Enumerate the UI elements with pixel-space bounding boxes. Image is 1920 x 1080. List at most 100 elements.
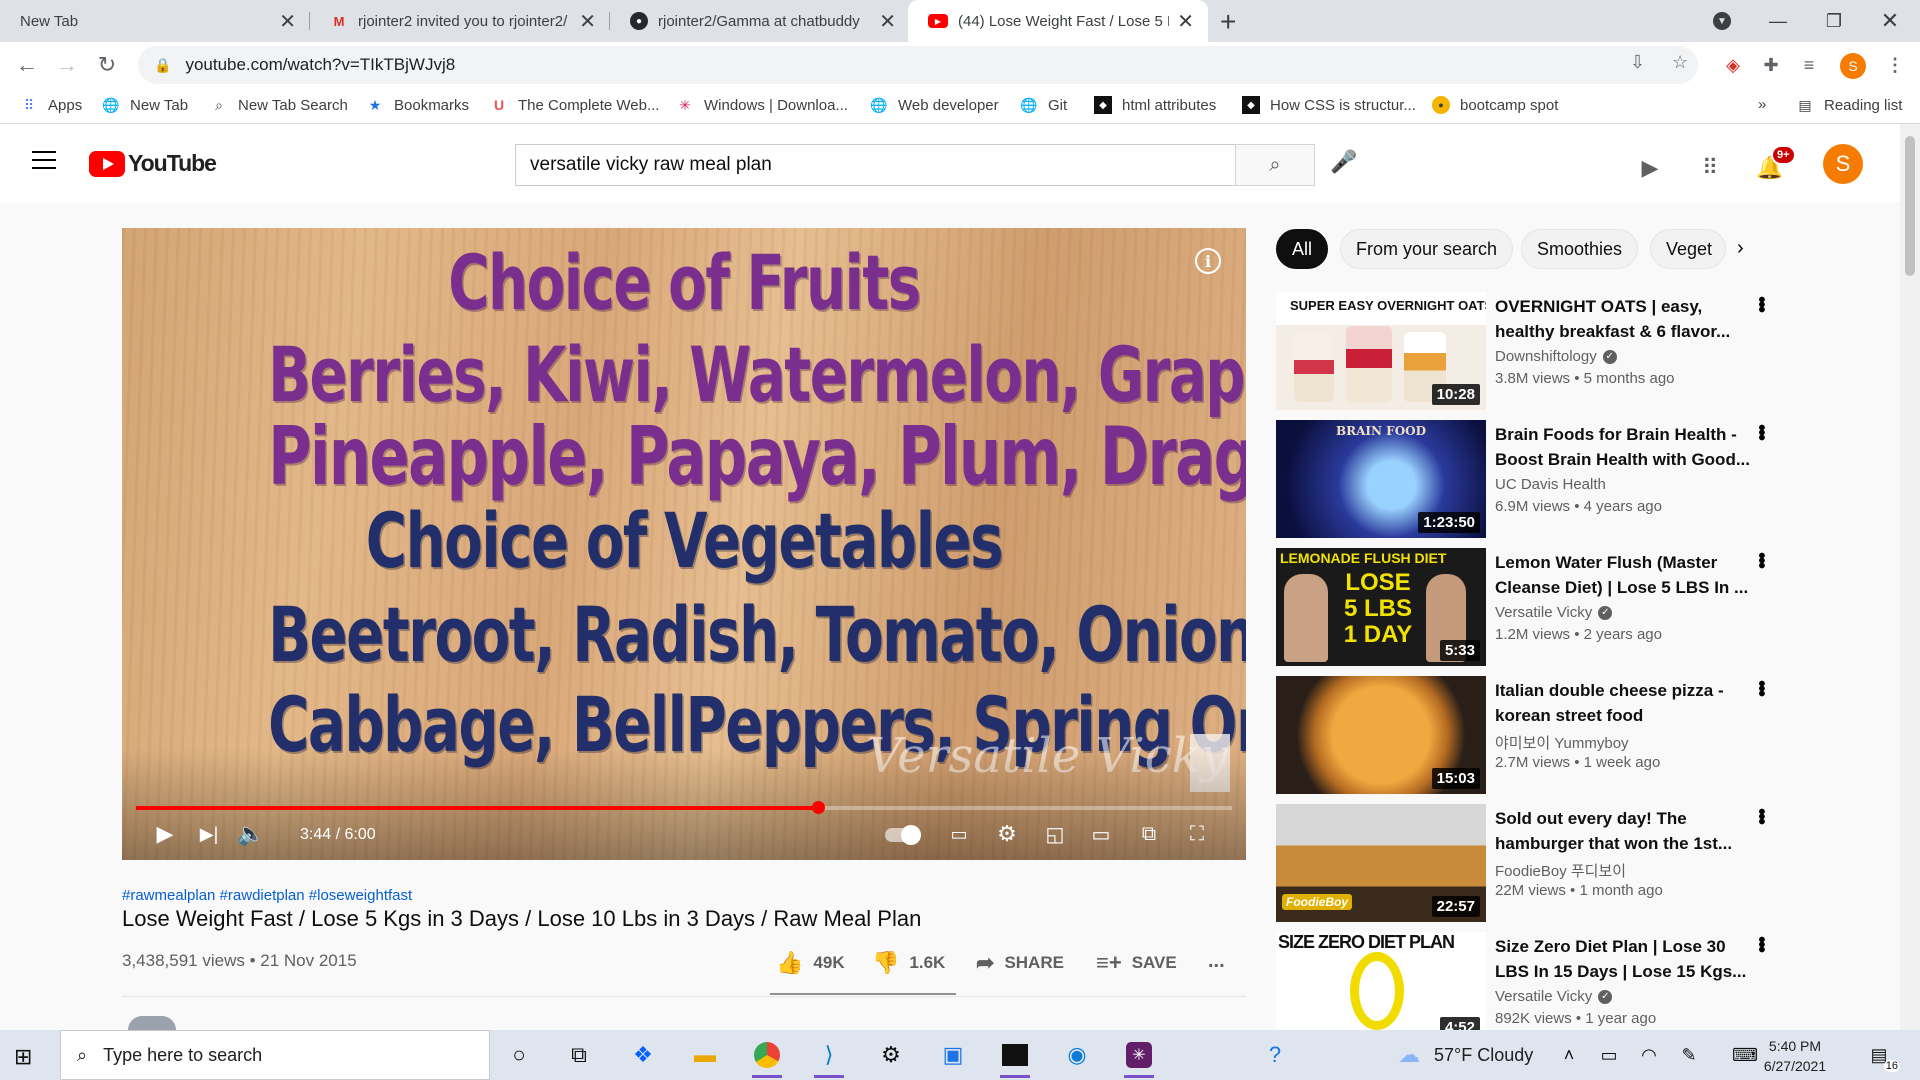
media-queue-icon[interactable]: ≡ [1796, 52, 1822, 78]
chip-vegetables[interactable]: Veget [1650, 229, 1726, 269]
miniplayer-icon[interactable]: ◱ [1038, 820, 1072, 848]
fullscreen-icon[interactable]: ⛶ [1180, 820, 1214, 848]
recommendation-channel[interactable]: FoodieBoy 푸디보이 [1495, 860, 1626, 881]
show-hidden-icons-chevron-icon[interactable]: ˄ [1552, 1038, 1586, 1072]
forward-arrow-icon[interactable]: → [52, 50, 82, 80]
subtitles-icon[interactable]: ▭ [942, 820, 976, 848]
video-thumbnail[interactable]: SUPER EASY OVERNIGHT OATS 10:28 [1276, 292, 1486, 410]
account-avatar[interactable]: S [1823, 144, 1863, 184]
profile-avatar[interactable]: S [1840, 53, 1866, 79]
youtube-logo[interactable]: YouTube [89, 150, 217, 177]
bookmark-item[interactable]: ⌕ New Tab Search [210, 96, 348, 114]
bookmark-item[interactable]: ✳ Windows | Downloa... [676, 96, 848, 114]
dropbox-icon[interactable]: ❖ [626, 1038, 660, 1072]
chip-from-your-search[interactable]: From your search [1340, 229, 1514, 269]
progress-scrubber-handle[interactable] [811, 801, 825, 814]
autoplay-toggle[interactable] [885, 825, 921, 845]
recommendation-channel[interactable]: Downshiftology ✓ [1495, 348, 1617, 365]
settings-gear-icon[interactable]: ⚙ [990, 820, 1024, 848]
theater-mode-icon[interactable]: ▭ [1084, 820, 1118, 848]
browser-tab[interactable]: ● rjointer2/Gamma at chatbuddy ✕ [610, 0, 910, 42]
share-button[interactable]: ➦ SHARE [976, 950, 1064, 976]
file-explorer-icon[interactable]: ▬ [688, 1038, 722, 1072]
bookmark-item[interactable]: ◆ html attributes [1094, 96, 1216, 114]
search-input[interactable] [515, 144, 1235, 186]
windows-start-icon[interactable]: ⊞ [14, 1044, 32, 1070]
bookmark-star-icon[interactable]: ☆ [1672, 52, 1688, 73]
taskbar-clock[interactable]: 5:40 PM 6/27/2021 [1750, 1036, 1840, 1076]
minimize-icon[interactable]: — [1750, 0, 1806, 42]
wifi-icon[interactable]: ◠ [1632, 1038, 1666, 1072]
create-video-icon[interactable]: ▶ [1636, 154, 1664, 182]
more-options-icon[interactable]: ••• [1750, 424, 1772, 439]
bookmarks-overflow-icon[interactable]: » [1758, 96, 1766, 113]
video-thumbnail[interactable]: FoodieBoy 22:57 [1276, 804, 1486, 922]
dislike-button[interactable]: 👎 1.6K [872, 950, 945, 976]
extensions-puzzle-icon[interactable]: ✚ [1758, 52, 1784, 78]
search-button[interactable]: ⌕ [1235, 144, 1315, 186]
voice-search-mic-icon[interactable]: 🎤 [1330, 149, 1357, 175]
next-video-icon[interactable]: ▶| [194, 820, 224, 848]
recommendation-title[interactable]: Brain Foods for Brain Health - Boost Bra… [1495, 422, 1755, 472]
close-tab-icon[interactable]: ✕ [1177, 9, 1194, 34]
bookmark-item[interactable]: 🌐 New Tab [102, 96, 188, 114]
recommendation-title[interactable]: Lemon Water Flush (Master Cleanse Diet) … [1495, 550, 1755, 600]
info-icon[interactable]: i [1195, 248, 1221, 274]
close-tab-icon[interactable]: ✕ [879, 9, 896, 34]
recommendation-item[interactable]: SIZE ZERO DIET PLAN 4:52 Size Zero Diet … [1276, 932, 1776, 1030]
recommendation-title[interactable]: Italian double cheese pizza - korean str… [1495, 678, 1755, 728]
recommendation-channel[interactable]: Versatile Vicky ✓ [1495, 604, 1613, 621]
photos-icon[interactable]: ▣ [936, 1038, 970, 1072]
menu-hamburger-icon[interactable] [32, 151, 56, 169]
scrollbar-thumb[interactable] [1905, 136, 1915, 276]
video-thumbnail[interactable]: SIZE ZERO DIET PLAN 4:52 [1276, 932, 1486, 1030]
terminal-icon[interactable] [998, 1038, 1032, 1078]
more-options-icon[interactable]: ••• [1750, 552, 1772, 567]
chip-all[interactable]: All [1276, 229, 1329, 269]
taskbar-search-input[interactable]: ⌕ Type here to search [60, 1030, 490, 1080]
recommendation-item[interactable]: SUPER EASY OVERNIGHT OATS 10:28 OVERNIGH… [1276, 292, 1776, 410]
more-actions-icon[interactable]: ... [1208, 950, 1225, 973]
chrome-menu-icon[interactable]: ⋮ [1882, 52, 1908, 78]
weather-text[interactable]: 57°F Cloudy [1434, 1045, 1533, 1066]
bookmark-item[interactable]: 🌐 Git [1020, 96, 1067, 114]
recommendation-item[interactable]: LEMONADE FLUSH DIET LOSE 5 LBS 1 DAY 5:33 … [1276, 548, 1776, 666]
play-icon[interactable]: ▶ [150, 820, 180, 848]
back-arrow-icon[interactable]: ← [12, 50, 42, 80]
video-player[interactable]: Choice of Fruits Berries, Kiwi, Watermel… [122, 228, 1246, 860]
reload-icon[interactable]: ↻ [92, 50, 122, 80]
recommendation-title[interactable]: Sold out every day! The hamburger that w… [1495, 806, 1755, 856]
recommendation-title[interactable]: OVERNIGHT OATS | easy, healthy breakfast… [1495, 294, 1755, 344]
bookmark-item[interactable]: U The Complete Web... [490, 96, 660, 114]
battery-icon[interactable]: ▭ [1592, 1038, 1626, 1072]
channel-avatar[interactable] [128, 1016, 176, 1030]
recommendation-channel[interactable]: 야미보이 Yummyboy [1495, 732, 1629, 753]
browser-tab[interactable]: New Tab ✕ [0, 0, 310, 42]
like-button[interactable]: 👍 49K [776, 950, 845, 976]
more-options-icon[interactable]: ••• [1750, 936, 1772, 951]
bookmark-item[interactable]: ⠿ Apps [20, 96, 82, 114]
progress-bar[interactable] [136, 801, 1232, 814]
recommendation-title[interactable]: Size Zero Diet Plan | Lose 30 LBS In 15 … [1495, 934, 1755, 984]
bookmark-item[interactable]: 🌐 Web developer [870, 96, 998, 114]
browser-tab-active[interactable]: ▶ (44) Lose Weight Fast / Lose 5 Kg ✕ [908, 0, 1208, 42]
recommendation-item[interactable]: FoodieBoy 22:57 Sold out every day! The … [1276, 804, 1776, 922]
cast-icon[interactable]: ⧉ [1132, 820, 1166, 848]
notifications-icon[interactable]: ▤ 16 [1862, 1038, 1900, 1072]
video-thumbnail[interactable]: LEMONADE FLUSH DIET LOSE 5 LBS 1 DAY 5:33 [1276, 548, 1486, 666]
address-bar[interactable]: 🔒 youtube.com/watch?v=TIkTBjWJvj8 [138, 46, 1698, 84]
close-window-icon[interactable]: ✕ [1862, 0, 1918, 42]
cortana-circle-icon[interactable]: ○ [502, 1038, 536, 1072]
browser-tab[interactable]: M rjointer2 invited you to rjointer2/ ✕ [310, 0, 610, 42]
task-view-icon[interactable]: ⧉ [562, 1038, 596, 1072]
help-icon[interactable]: ? [1258, 1038, 1292, 1072]
recommendation-channel[interactable]: UC Davis Health [1495, 476, 1606, 493]
chip-smoothies[interactable]: Smoothies [1521, 229, 1639, 269]
reading-list[interactable]: ▤ Reading list [1796, 96, 1902, 114]
extension-badge-icon[interactable]: ◈ [1720, 52, 1746, 78]
tab-search-chevron-icon[interactable]: ▼ [1694, 0, 1750, 42]
more-options-icon[interactable]: ••• [1750, 808, 1772, 823]
close-tab-icon[interactable]: ✕ [279, 9, 296, 34]
new-tab-plus-icon[interactable]: + [1220, 6, 1236, 38]
recommendation-item[interactable]: BRAIN FOOD 1:23:50 Brain Foods for Brain… [1276, 420, 1776, 538]
